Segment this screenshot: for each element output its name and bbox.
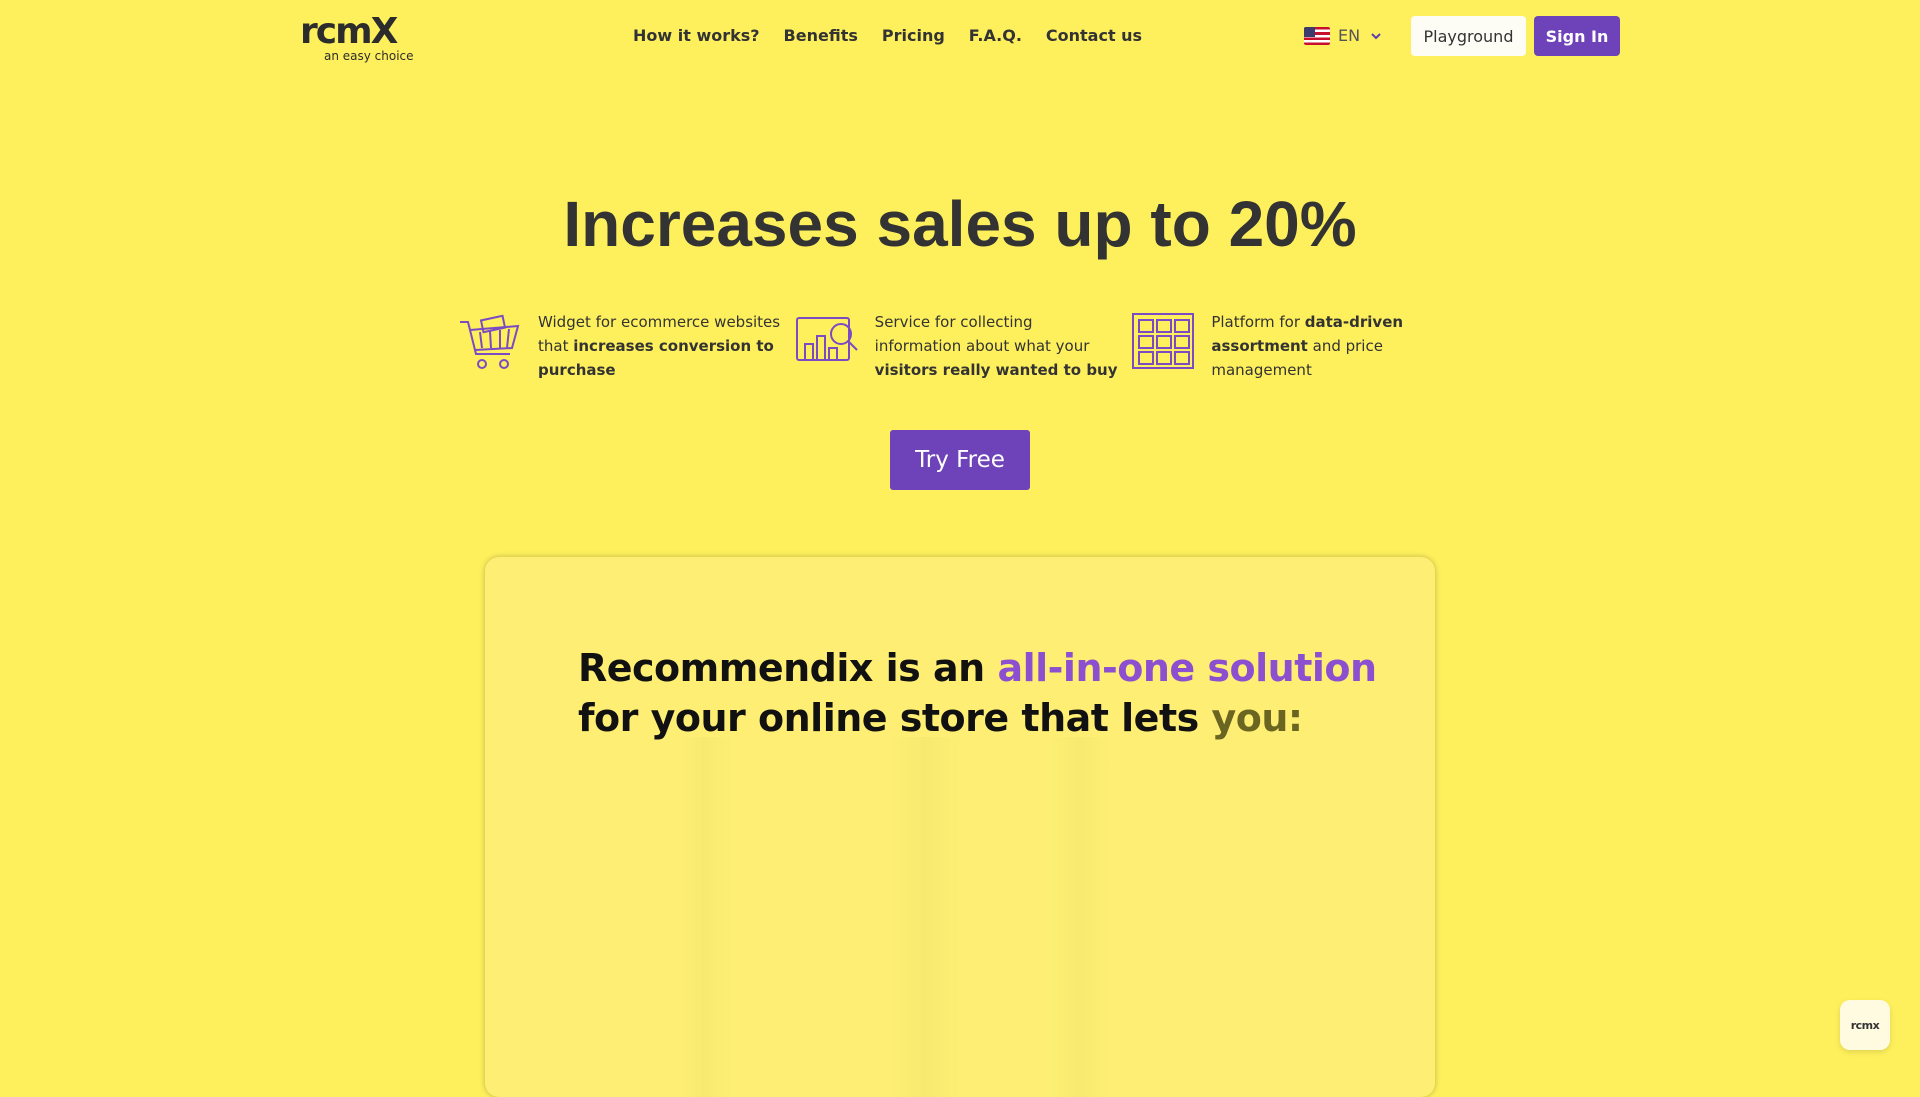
chat-widget-button[interactable]: rcmx: [1840, 1000, 1890, 1050]
language-code: EN: [1338, 26, 1361, 45]
feature-platform: Platform for data-driven assortment and …: [1131, 310, 1468, 382]
hero-title: Increases sales up to 20%: [563, 188, 1357, 260]
features-row: Widget for ecommerce websites that incre…: [458, 310, 1468, 382]
nav-benefits[interactable]: Benefits: [784, 24, 858, 48]
logo[interactable]: rcmX an easy choice: [300, 11, 414, 68]
nav-faq[interactable]: F.A.Q.: [969, 24, 1022, 48]
nav-how-it-works[interactable]: How it works?: [633, 24, 760, 48]
sign-in-button[interactable]: Sign In: [1534, 16, 1620, 56]
us-flag-icon: [1304, 27, 1330, 45]
language-selector[interactable]: EN: [1304, 24, 1382, 48]
logo-tagline: an easy choice: [324, 49, 414, 63]
video-frame-shade: [675, 737, 735, 1097]
try-free-button[interactable]: Try Free: [890, 430, 1030, 490]
main-nav: How it works? Benefits Pricing F.A.Q. Co…: [633, 24, 1166, 48]
nav-contact-us[interactable]: Contact us: [1046, 24, 1142, 48]
chevron-down-icon: [1371, 33, 1381, 40]
logo-wordmark: rcmX: [300, 11, 398, 52]
playground-button[interactable]: Playground: [1411, 16, 1526, 56]
video-headline: Recommendix is an all-in-one solution fo…: [578, 646, 1377, 740]
product-grid-icon: [1132, 313, 1195, 369]
video-frame-shade: [885, 737, 965, 1097]
feature-service: Service for collecting information about…: [795, 310, 1132, 382]
feature-widget: Widget for ecommerce websites that incre…: [458, 310, 795, 382]
feature-text: Widget for ecommerce websites that incre…: [538, 313, 781, 379]
feature-text: Service for collecting information about…: [874, 313, 1118, 379]
video-frame-shade: [1045, 737, 1115, 1097]
nav-pricing[interactable]: Pricing: [882, 24, 945, 48]
site-header: rcmX an easy choice How it works? Benefi…: [0, 0, 1920, 72]
analytics-search-icon: [795, 317, 858, 361]
video-player[interactable]: Recommendix is an all-in-one solution fo…: [485, 557, 1435, 1097]
feature-text: Platform for data-driven assortment and …: [1211, 313, 1404, 379]
shopping-cart-icon: [460, 314, 520, 369]
